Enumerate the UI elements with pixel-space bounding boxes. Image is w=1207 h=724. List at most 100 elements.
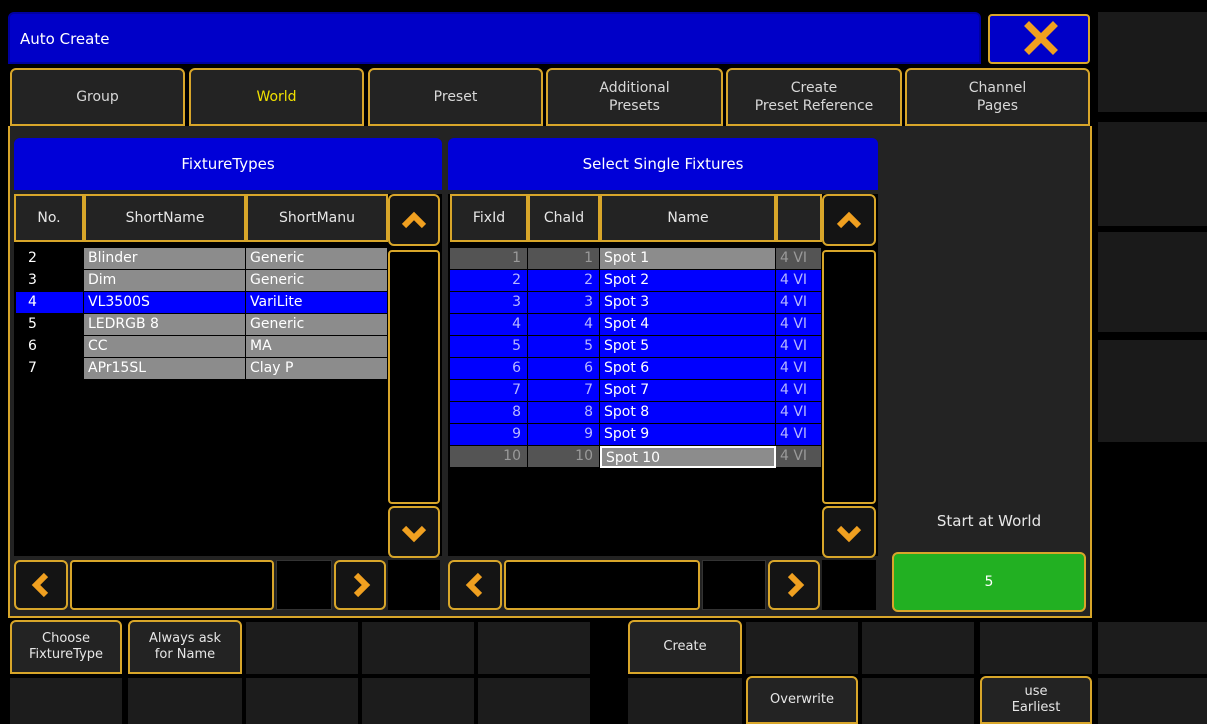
fixture-types-scroll-down-button[interactable] <box>388 506 440 558</box>
cell-name: Spot 6 <box>600 358 776 380</box>
table-row[interactable]: 7 7 Spot 7 4 VI <box>450 380 822 402</box>
cell-name-edit[interactable]: Spot 10 <box>600 446 776 468</box>
cell-chaid: 1 <box>528 248 600 270</box>
empty-slot <box>362 622 474 674</box>
side-slot <box>1098 12 1207 112</box>
use-earliest-button[interactable]: use Earliest <box>980 676 1092 724</box>
single-fixtures-scroll-left-button[interactable] <box>448 560 502 610</box>
overwrite-button[interactable]: Overwrite <box>746 676 858 724</box>
cell-fixid: 4 <box>450 314 528 336</box>
empty-slot <box>478 622 590 674</box>
cell-shortmanu: Generic <box>246 314 388 336</box>
chevron-left-icon <box>31 572 49 598</box>
fixture-types-header: FixtureTypes <box>14 138 442 190</box>
cell-shortname: Dim <box>84 270 246 292</box>
fixture-types-scroll-up-button[interactable] <box>388 194 440 246</box>
column-header-no[interactable]: No. <box>14 194 84 242</box>
single-fixtures-header: Select Single Fixtures <box>448 138 878 190</box>
table-row-dimmed[interactable]: 1 1 Spot 1 4 VI <box>450 248 822 270</box>
tab-preset[interactable]: Preset <box>368 68 543 126</box>
table-row[interactable]: 5 LEDRGB 8 Generic <box>16 314 388 336</box>
empty-slot <box>746 622 858 674</box>
single-fixtures-hscroll[interactable] <box>504 560 700 610</box>
table-row[interactable]: 6 CC MA <box>16 336 388 358</box>
cell-chaid: 5 <box>528 336 600 358</box>
tab-group[interactable]: Group <box>10 68 185 126</box>
chevron-right-icon <box>787 572 805 598</box>
table-row[interactable]: 6 6 Spot 6 4 VI <box>450 358 822 380</box>
tab-create-preset-reference[interactable]: Create Preset Reference <box>726 68 902 126</box>
cell-name: Spot 3 <box>600 292 776 314</box>
column-header-name[interactable]: Name <box>600 194 776 242</box>
cell-name: Spot 8 <box>600 402 776 424</box>
chevron-up-icon <box>836 211 862 229</box>
close-button[interactable] <box>988 14 1090 64</box>
column-header-shortmanu[interactable]: ShortManu <box>246 194 388 242</box>
table-row[interactable]: 5 5 Spot 5 4 VI <box>450 336 822 358</box>
empty-slot <box>362 678 474 724</box>
cell-chaid: 2 <box>528 270 600 292</box>
cell-chaid: 4 <box>528 314 600 336</box>
fixture-types-scroll-left-button[interactable] <box>14 560 68 610</box>
cell-extra: 4 VI <box>776 402 822 424</box>
create-button[interactable]: Create <box>628 620 742 674</box>
table-row[interactable]: 2 2 Spot 2 4 VI <box>450 270 822 292</box>
cell-extra: 4 VI <box>776 336 822 358</box>
table-row[interactable]: 8 8 Spot 8 4 VI <box>450 402 822 424</box>
fixture-types-hscroll[interactable] <box>70 560 274 610</box>
empty-slot <box>128 678 242 724</box>
single-fixtures-scroll-down-button[interactable] <box>822 506 876 558</box>
table-row[interactable]: 4 4 Spot 4 4 VI <box>450 314 822 336</box>
close-icon <box>1024 21 1058 55</box>
chevron-down-icon <box>401 525 427 543</box>
cell-no: 3 <box>16 270 84 292</box>
cell-extra: 4 VI <box>776 248 822 270</box>
cell-shortmanu: Generic <box>246 248 388 270</box>
tab-world[interactable]: World <box>189 68 364 126</box>
table-row[interactable]: 7 APr15SL Clay P <box>16 358 388 380</box>
always-ask-for-name-button[interactable]: Always ask for Name <box>128 620 242 674</box>
cell-shortmanu: Clay P <box>246 358 388 380</box>
single-fixtures-corner <box>822 560 876 610</box>
single-fixtures-scroll-right-button[interactable] <box>768 560 820 610</box>
cell-shortmanu: VariLite <box>246 292 388 314</box>
cell-fixid: 2 <box>450 270 528 292</box>
table-row[interactable]: 3 Dim Generic <box>16 270 388 292</box>
table-row[interactable]: 2 Blinder Generic <box>16 248 388 270</box>
table-row[interactable]: 3 3 Spot 3 4 VI <box>450 292 822 314</box>
empty-slot <box>862 622 974 674</box>
cell-chaid: 3 <box>528 292 600 314</box>
cell-chaid: 9 <box>528 424 600 446</box>
choose-fixture-type-button[interactable]: Choose FixtureType <box>10 620 122 674</box>
cell-no: 7 <box>16 358 84 380</box>
column-header-chaid[interactable]: ChaId <box>528 194 600 242</box>
table-row-editing[interactable]: 10 10 Spot 10 4 VI <box>450 446 822 468</box>
tab-additional-presets[interactable]: Additional Presets <box>546 68 723 126</box>
empty-slot <box>1098 622 1207 674</box>
cell-chaid: 6 <box>528 358 600 380</box>
tab-channel-pages[interactable]: Channel Pages <box>905 68 1090 126</box>
cell-no: 6 <box>16 336 84 358</box>
column-header-fixid[interactable]: FixId <box>450 194 528 242</box>
cell-extra: 4 VI <box>776 270 822 292</box>
chevron-down-icon <box>836 525 862 543</box>
table-row[interactable]: 9 9 Spot 9 4 VI <box>450 424 822 446</box>
chevron-right-icon <box>353 572 371 598</box>
cell-shortmanu: MA <box>246 336 388 358</box>
fixture-types-scrollbar[interactable] <box>388 250 440 504</box>
cell-extra: 4 VI <box>776 446 822 468</box>
table-row-selected[interactable]: 4 VL3500S VariLite <box>16 292 388 314</box>
cell-name: Spot 4 <box>600 314 776 336</box>
single-fixtures-scrollbar[interactable] <box>822 250 876 504</box>
cell-fixid: 9 <box>450 424 528 446</box>
side-slot <box>1098 232 1207 332</box>
column-header-shortname[interactable]: ShortName <box>84 194 246 242</box>
cell-shortname: CC <box>84 336 246 358</box>
start-at-world-button[interactable]: 5 <box>892 552 1086 612</box>
fixture-types-scroll-right-button[interactable] <box>334 560 386 610</box>
side-slot <box>1098 122 1207 226</box>
cell-fixid: 6 <box>450 358 528 380</box>
single-fixtures-scroll-up-button[interactable] <box>822 194 876 246</box>
cell-name: Spot 9 <box>600 424 776 446</box>
column-header-extra[interactable] <box>776 194 822 242</box>
